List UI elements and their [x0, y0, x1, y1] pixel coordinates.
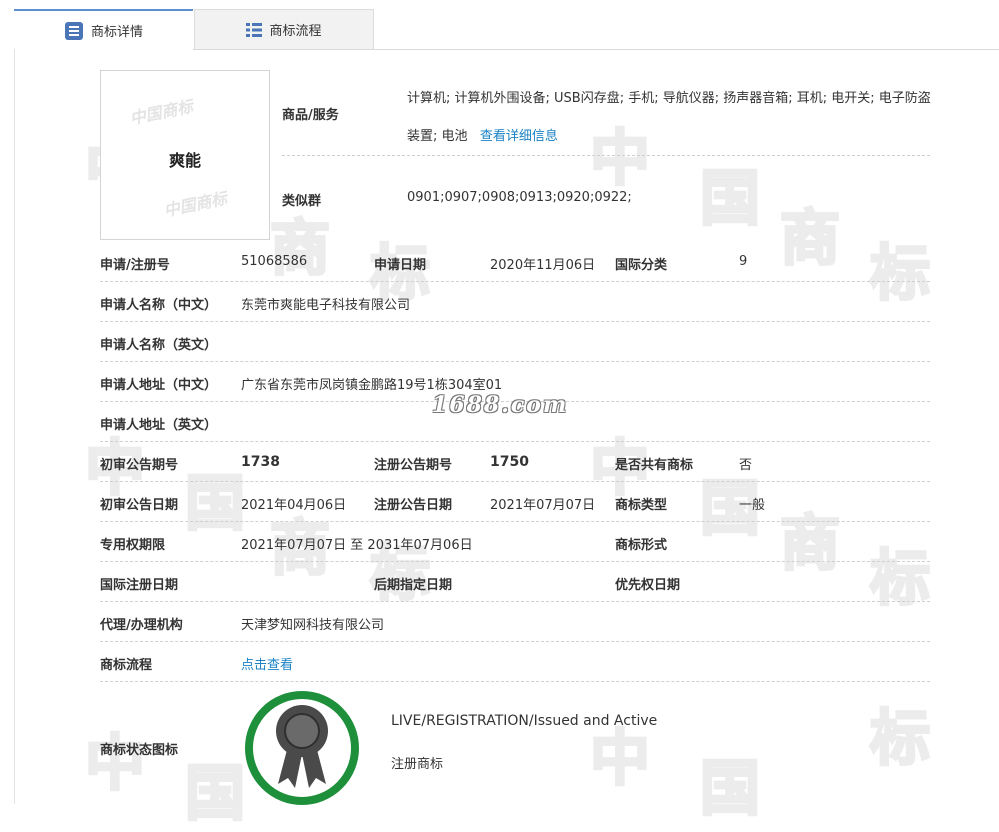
row-agent: 代理/办理机构 天津梦知网科技有限公司 — [100, 602, 930, 642]
watermark-char: 标 — [869, 703, 932, 776]
prelim-no-value: 1738 — [241, 454, 280, 470]
app-date-value: 2020年11月06日 — [490, 258, 596, 273]
status-icon-label: 商标状态图标 — [100, 743, 179, 758]
later-date-label: 后期指定日期 — [374, 578, 453, 593]
applicant-en-label: 申请人名称（英文） — [100, 338, 218, 353]
row-announcement-no: 初审公告期号 1738 注册公告期号 1750 是否共有商标 否 — [100, 442, 930, 482]
similar-group-label: 类似群 — [282, 194, 322, 209]
content-left-border — [14, 49, 15, 804]
app-no-label: 申请/注册号 — [100, 258, 170, 273]
intl-class-label: 国际分类 — [615, 258, 668, 273]
image-watermark: 中国商标 — [128, 96, 195, 129]
prelim-date-label: 初审公告日期 — [100, 498, 179, 513]
tab-trademark-detail[interactable]: 商标详情 — [14, 9, 193, 50]
agent-value: 天津梦知网科技有限公司 — [241, 618, 385, 633]
row-applicant-en: 申请人名称（英文） — [100, 322, 930, 362]
shared-label: 是否共有商标 — [615, 458, 694, 473]
similar-group-value: 0901;0907;0908;0913;0920;0922; — [407, 190, 632, 205]
goods-label: 商品/服务 — [282, 108, 339, 123]
registered-status-badge — [242, 688, 362, 812]
exclusive-label: 专用权期限 — [100, 538, 166, 553]
address-cn-value: 广东省东莞市凤岗镇金鹏路19号1栋304室01 — [241, 378, 503, 393]
row-app-no: 申请/注册号 51068586 申请日期 2020年11月06日 国际分类 9 — [100, 242, 930, 282]
reg-no-label: 注册公告期号 — [374, 458, 453, 473]
document-list-icon — [64, 21, 84, 41]
reg-no-value: 1750 — [490, 454, 529, 470]
goods-services: 计算机; 计算机外围设备; USB闪存盘; 手机; 导航仪器; 扬声器音箱; 耳… — [407, 80, 935, 156]
rosette-icon — [245, 691, 359, 805]
prelim-no-label: 初审公告期号 — [100, 458, 179, 473]
view-flow-link[interactable]: 点击查看 — [241, 654, 293, 673]
prelim-date-value: 2021年04月06日 — [241, 498, 347, 513]
list-icon — [246, 22, 263, 38]
tab-trademark-flow[interactable]: 商标流程 — [194, 9, 374, 49]
row-applicant-cn: 申请人名称（中文） 东莞市爽能电子科技有限公司 — [100, 282, 930, 322]
shared-value: 否 — [739, 458, 753, 473]
tab-label: 商标详情 — [90, 25, 143, 40]
watermark-char: 国 — [184, 758, 247, 831]
status-chinese: 注册商标 — [391, 757, 444, 772]
applicant-cn-value: 东莞市爽能电子科技有限公司 — [241, 298, 411, 313]
reg-date-label: 注册公告日期 — [374, 498, 453, 513]
app-date-label: 申请日期 — [374, 258, 427, 273]
agent-label: 代理/办理机构 — [100, 618, 183, 633]
tm-type-value: 一般 — [739, 498, 766, 513]
watermark-char: 国 — [699, 753, 762, 826]
divider — [282, 155, 930, 156]
tm-type-label: 商标类型 — [615, 498, 668, 513]
site-watermark: 1688.com — [432, 392, 569, 418]
tab-label: 商标流程 — [269, 24, 322, 39]
flow-label: 商标流程 — [100, 658, 153, 673]
reg-date-value: 2021年07月07日 — [490, 498, 596, 513]
row-announcement-date: 初审公告日期 2021年04月06日 注册公告日期 2021年07月07日 商标… — [100, 482, 930, 522]
image-watermark: 中国商标 — [162, 188, 229, 221]
priority-date-label: 优先权日期 — [615, 578, 681, 593]
intl-class-value: 9 — [739, 254, 748, 269]
applicant-cn-label: 申请人名称（中文） — [100, 298, 218, 313]
watermark-char: 中 — [84, 728, 147, 801]
trademark-mark-text: 爽能 — [168, 151, 201, 170]
tm-form-label: 商标形式 — [615, 538, 668, 553]
address-cn-label: 申请人地址（中文） — [100, 378, 218, 393]
intl-reg-date-label: 国际注册日期 — [100, 578, 179, 593]
watermark-char: 国 — [699, 163, 762, 236]
app-no-value: 51068586 — [241, 254, 308, 269]
status-english: LIVE/REGISTRATION/Issued and Active — [391, 713, 658, 729]
exclusive-value: 2021年07月07日 至 2031年07月06日 — [241, 538, 473, 553]
trademark-image[interactable]: 中国商标 中国商标 爽能 — [100, 70, 270, 240]
row-flow: 商标流程 点击查看 — [100, 642, 930, 682]
address-en-label: 申请人地址（英文） — [100, 418, 218, 433]
divider — [100, 681, 930, 682]
tab-bar: 商标详情 商标流程 — [14, 9, 999, 50]
row-exclusive-period: 专用权期限 2021年07月07日 至 2031年07月06日 商标形式 — [100, 522, 930, 562]
row-other-dates: 国际注册日期 后期指定日期 优先权日期 — [100, 562, 930, 602]
view-details-link[interactable]: 查看详细信息 — [480, 129, 558, 144]
